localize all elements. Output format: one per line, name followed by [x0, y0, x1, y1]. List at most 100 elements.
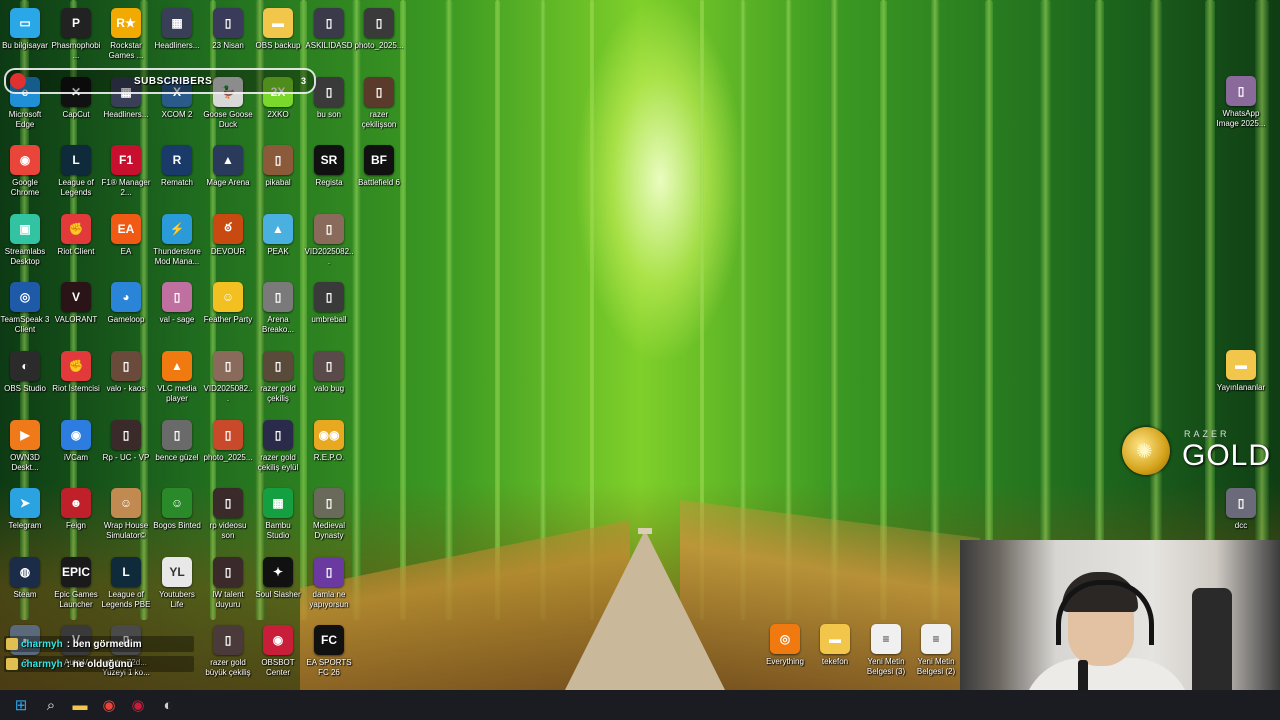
desktop-icon-rockstar[interactable]: R★ Rockstar Games ... — [101, 4, 151, 72]
desktop-icon-mage-arena[interactable]: ▲ Mage Arena — [203, 141, 253, 209]
desktop-icon-steam[interactable]: ◍ Steam — [0, 553, 50, 621]
desktop-icon-arena-breakout[interactable]: ▯ Arena Breako... — [253, 278, 303, 346]
bamboo-stalk — [985, 0, 993, 620]
desktop-icon-streamlabs[interactable]: ▣ Streamlabs Desktop — [0, 210, 50, 278]
taskbar-start-button[interactable]: ⊞ — [10, 694, 32, 716]
desktop-icon-rp-uc-vp[interactable]: ▯ Rp - UC - VP — [101, 416, 151, 484]
desktop-icon-league-1[interactable]: L League of Legends — [51, 141, 101, 209]
bamboo-stalk — [1205, 0, 1215, 620]
desktop-icon-label: Google Chrome — [10, 178, 40, 198]
desktop-icon-yeni-metin-2[interactable]: ≡ Yeni Metin Belgesi (2) — [911, 620, 961, 688]
desktop-icon-league-pbe[interactable]: L League of Legends PBE — [101, 553, 151, 621]
desktop-icon-obs-backup[interactable]: ▬ OBS backup — [253, 4, 303, 72]
desktop-icon-medieval-dynasty[interactable]: ▯ Medieval Dynasty — [304, 484, 354, 552]
image-icon: ▯ — [213, 556, 243, 587]
video-icon: ▯ — [213, 488, 243, 519]
desktop-icon-phasmophobia[interactable]: P Phasmophobi... — [51, 4, 101, 72]
desktop-icon-whatsapp-image[interactable]: ▯ WhatsApp Image 2025... — [1216, 72, 1266, 140]
desktop-icon-askil-lidasd[interactable]: ▯ ASKILIDASD — [304, 4, 354, 72]
desktop-icon-damla[interactable]: ▯ damla ne yapıyorsun — [304, 553, 354, 621]
desktop-icon-thunderstore[interactable]: ⚡ Thunderstore Mod Mana... — [152, 210, 202, 278]
desktop-icon-razer-gold-cekilis[interactable]: ▯ razer gold çekiliş — [253, 347, 303, 415]
desktop-icon-youtubers-life[interactable]: YL Youtubers Life — [152, 553, 202, 621]
desktop-icon-teamspeak[interactable]: ◎ TeamSpeak 3 Client — [0, 278, 50, 346]
desktop-icon-valo-bug[interactable]: ▯ valo bug — [304, 347, 354, 415]
desktop-icon-gameloop[interactable]: ◕ Gameloop — [101, 278, 151, 346]
desktop-icon-rp-videosu[interactable]: ▯ rp videosu son — [203, 484, 253, 552]
desktop-icon-umbreball[interactable]: ▯ umbreball — [304, 278, 354, 346]
desktop-icon-rematch[interactable]: R Rematch — [152, 141, 202, 209]
desktop-icon-epic[interactable]: EPIC Epic Games Launcher — [51, 553, 101, 621]
desktop-icon-razer-gold-buyuk[interactable]: ▯ razer gold büyük çekiliş — [203, 621, 253, 689]
text-file-icon: ≡ — [921, 624, 951, 654]
desktop-icon-23-nisan[interactable]: ▯ 23 Nisan — [203, 4, 253, 72]
taskbar-obsbot-button[interactable]: ◉ — [127, 694, 149, 716]
desktop-icon-f1-manager[interactable]: F1 F1® Manager 2... — [101, 141, 151, 209]
desktop-icon-label: Telegram — [8, 521, 42, 531]
desktop-icon-obs-studio[interactable]: ◐ OBS Studio — [0, 347, 50, 415]
desktop-icon-devour[interactable]: ఠ DEVOUR — [203, 210, 253, 278]
desktop-icon-valo-kaos[interactable]: ▯ valo - kaos — [101, 347, 151, 415]
folder-icon: ▬ — [263, 8, 293, 38]
desktop-icon-label: rp videosu son — [209, 521, 247, 541]
desktop-icon-val-sage[interactable]: ▯ val - sage — [152, 278, 202, 346]
desktop-icon-bogos[interactable]: ☺ Bogos Binted — [152, 484, 202, 552]
desktop-icon-valorant[interactable]: V VALORANT — [51, 278, 101, 346]
desktop-icon-everything[interactable]: ◎ Everything — [760, 620, 810, 688]
desktop-icon-razer-gold-eylul[interactable]: ▯ razer gold çekiliş eylül — [253, 416, 303, 484]
webcam-headphones — [1056, 580, 1154, 645]
desktop-icon-yeni-metin-3[interactable]: ≡ Yeni Metin Belgesi (3) — [861, 620, 911, 688]
desktop-icon-photo-2[interactable]: ▯ photo_2025... — [354, 4, 404, 72]
game-icon: ☺ — [213, 282, 243, 313]
desktop-icon-label: League of Legends PBE — [101, 589, 151, 609]
desktop-icon-vcam[interactable]: ◉ iVCam — [51, 416, 101, 484]
desktop-icon-label: Regista — [315, 178, 343, 188]
desktop-icon-soul-slasher[interactable]: ✦ Soul Slasher — [253, 553, 303, 621]
desktop-icon-battlefield[interactable]: BF Battlefield 6 — [354, 141, 404, 209]
game-icon: ▯ — [314, 488, 344, 519]
desktop-icon-label: Medieval Dynasty — [312, 521, 345, 541]
desktop-icon-iw-talent[interactable]: ▯ IW talent duyuru — [203, 553, 253, 621]
taskbar-chrome-button[interactable]: ◉ — [98, 694, 120, 716]
game-icon: SR — [314, 145, 344, 176]
desktop-icon-wrap-house[interactable]: ☺ Wrap House Simulator© — [101, 484, 151, 552]
desktop-icon-telegram[interactable]: ➤ Telegram — [0, 484, 50, 552]
desktop-icon-photo-1[interactable]: ▯ photo_2025... — [203, 416, 253, 484]
desktop-icon-bence-guzel[interactable]: ▯ bence güzel — [152, 416, 202, 484]
desktop-icon-own3d[interactable]: ▶ OWN3D Deskt... — [0, 416, 50, 484]
desktop-icon-vid-1[interactable]: ▯ VID2025082... — [203, 347, 253, 415]
desktop-icon-headliners-2[interactable]: ▦ Headliners... — [152, 4, 202, 72]
desktop-icon-label: OBS backup — [255, 41, 301, 50]
desktop-icon-google-chrome[interactable]: ◉ Google Chrome — [0, 141, 50, 209]
desktop-icon-riot-istemcisi[interactable]: ✊ Riot İstemcisi — [51, 347, 101, 415]
desktop-icon-pikabal[interactable]: ▯ pikabal — [253, 141, 303, 209]
game-icon: ☺ — [111, 488, 141, 519]
desktop-icon-ea-fc26[interactable]: FC EA SPORTS FC 26 — [304, 621, 354, 689]
desktop-icon-vid-2[interactable]: ▯ VID2025082... — [304, 210, 354, 278]
phasmophobia-icon: P — [61, 8, 91, 38]
desktop-icon-label: Yeni Metin Belgesi (3) — [866, 657, 906, 676]
desktop-icon-yayinlananlar[interactable]: ▬ Yayınlananlar — [1216, 346, 1266, 414]
desktop-icon-bambu-studio[interactable]: ▦ Bambu Studio — [253, 484, 303, 552]
taskbar-search-button[interactable]: ⌕ — [40, 694, 62, 716]
bamboo-stalk — [445, 0, 453, 620]
desktop-icon-vlc[interactable]: ▲ VLC media player — [152, 347, 202, 415]
desktop-icon-repo[interactable]: ◉◉ R.E.P.O. — [304, 416, 354, 484]
desktop-icon-feather-party[interactable]: ☺ Feather Party — [203, 278, 253, 346]
streamlabs-icon: ▣ — [10, 213, 40, 244]
image-icon: ▯ — [263, 145, 293, 176]
taskbar-obs-button[interactable]: ◐ — [157, 694, 179, 716]
desktop-icon-bu-bilgisayar[interactable]: ▭ Bu bilgisayar — [0, 4, 50, 72]
repo-icon: ◉◉ — [314, 419, 344, 450]
desktop-icon-ea[interactable]: EA EA — [101, 210, 151, 278]
desktop-icon-regista[interactable]: SR Regista — [304, 141, 354, 209]
desktop-icon-feign[interactable]: ☻ Feign — [51, 484, 101, 552]
desktop-icon-razer-cekilisson[interactable]: ▯ razer çekilişson — [354, 73, 404, 141]
desktop-icon-label: ASKILIDASD — [305, 41, 353, 50]
desktop-icon-riot-client[interactable]: ✊ Riot Client — [51, 210, 101, 278]
desktop-icon-telefon[interactable]: ▬ tekefon — [810, 620, 860, 688]
bamboo-stalk — [590, 0, 594, 620]
taskbar-explorer-button[interactable]: ▬ — [69, 694, 91, 716]
desktop-icon-peak[interactable]: ▲ PEAK — [253, 210, 303, 278]
desktop-icon-obsbot[interactable]: ◉ OBSBOT Center — [253, 621, 303, 689]
